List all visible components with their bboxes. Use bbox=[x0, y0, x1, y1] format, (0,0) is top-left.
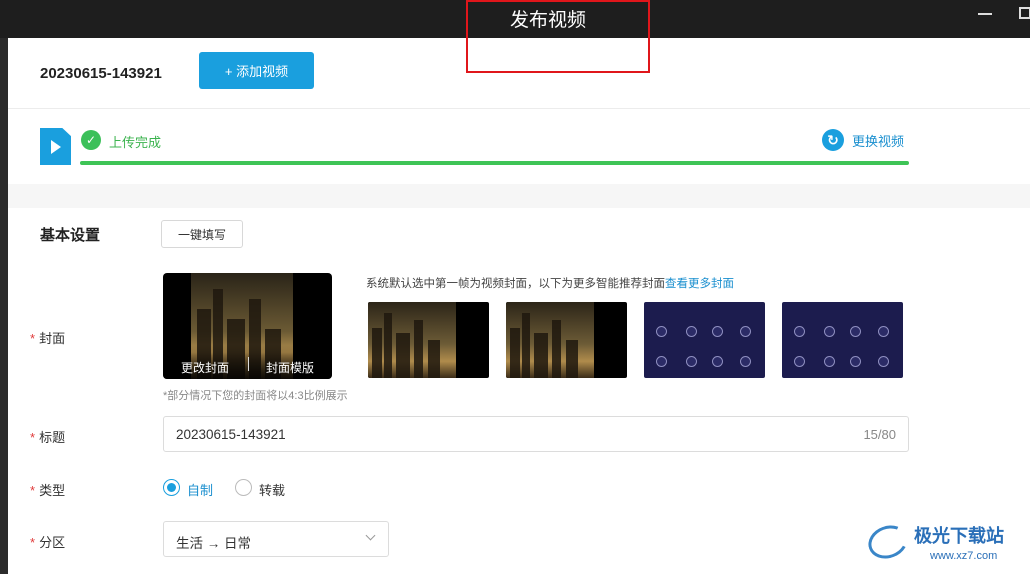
cover-thumbnail[interactable] bbox=[368, 302, 489, 378]
type-label: * 类型 bbox=[30, 483, 66, 498]
maximize-icon[interactable] bbox=[1019, 7, 1030, 19]
category-label: * 分区 bbox=[30, 535, 66, 550]
category-value: 生活 → 日常 bbox=[176, 536, 252, 551]
minimize-icon[interactable] bbox=[978, 13, 992, 15]
chevron-down-icon bbox=[365, 530, 376, 541]
upload-progress-bar bbox=[80, 161, 909, 165]
type-option-original[interactable]: 自制 bbox=[187, 480, 213, 499]
check-icon: ✓ bbox=[81, 130, 101, 150]
change-video-link[interactable]: 更换视频 bbox=[852, 131, 904, 150]
cover-thumbnail[interactable] bbox=[506, 302, 627, 378]
required-mark: * bbox=[30, 483, 36, 498]
cover-label: * 封面 bbox=[30, 331, 66, 346]
required-mark: * bbox=[30, 535, 36, 550]
type-option-repost[interactable]: 转载 bbox=[259, 480, 285, 499]
upload-status: 上传完成 bbox=[109, 135, 162, 150]
watermark-url: www.xz7.com bbox=[930, 550, 998, 562]
autofill-button[interactable]: 一键填写 bbox=[161, 220, 243, 248]
watermark-text: 极光下载站 bbox=[914, 526, 1004, 546]
site-watermark: 极光下载站 www.xz7.com bbox=[863, 520, 1028, 570]
publish-panel: 20230615-143921 + 添加视频 ✓ 上传完成 ↻ 更换视频 基本设… bbox=[8, 38, 1030, 574]
type-radio-repost[interactable] bbox=[235, 479, 252, 496]
change-cover-button[interactable]: 更改封面 bbox=[181, 359, 229, 376]
required-mark: * bbox=[30, 331, 36, 346]
title-label: * 标题 bbox=[30, 430, 66, 445]
refresh-icon[interactable]: ↻ bbox=[822, 129, 844, 151]
basic-settings-title: 基本设置 bbox=[40, 227, 101, 244]
type-radio-original[interactable] bbox=[163, 479, 180, 496]
cover-thumbnail[interactable] bbox=[644, 302, 765, 378]
cover-hint: 系统默认选中第一帧为视频封面，以下为更多智能推荐封面查看更多封面 bbox=[366, 278, 734, 290]
title-bar: 发布视频 bbox=[0, 0, 1030, 73]
title-counter: 15/80 bbox=[863, 427, 896, 442]
section-separator bbox=[8, 184, 1030, 208]
divider bbox=[8, 108, 1030, 109]
video-filename: 20230615-143921 bbox=[40, 65, 162, 82]
left-border bbox=[0, 38, 8, 574]
title-input[interactable]: 20230615-143921 15/80 bbox=[163, 416, 909, 452]
cover-preview[interactable]: 更改封面 封面模版 bbox=[163, 273, 332, 379]
required-mark: * bbox=[30, 430, 36, 445]
highlight-box bbox=[466, 0, 650, 73]
cover-note: *部分情况下您的封面将以4:3比例展示 bbox=[163, 390, 348, 402]
title-value: 20230615-143921 bbox=[176, 427, 286, 442]
cover-thumbnail[interactable] bbox=[782, 302, 903, 378]
watermark-logo bbox=[863, 520, 913, 564]
cover-template-button[interactable]: 封面模版 bbox=[266, 359, 314, 376]
video-file-icon bbox=[40, 128, 71, 165]
add-video-button[interactable]: + 添加视频 bbox=[199, 52, 314, 89]
more-covers-link[interactable]: 查看更多封面 bbox=[665, 278, 734, 290]
category-select[interactable]: 生活 → 日常 bbox=[163, 521, 389, 557]
